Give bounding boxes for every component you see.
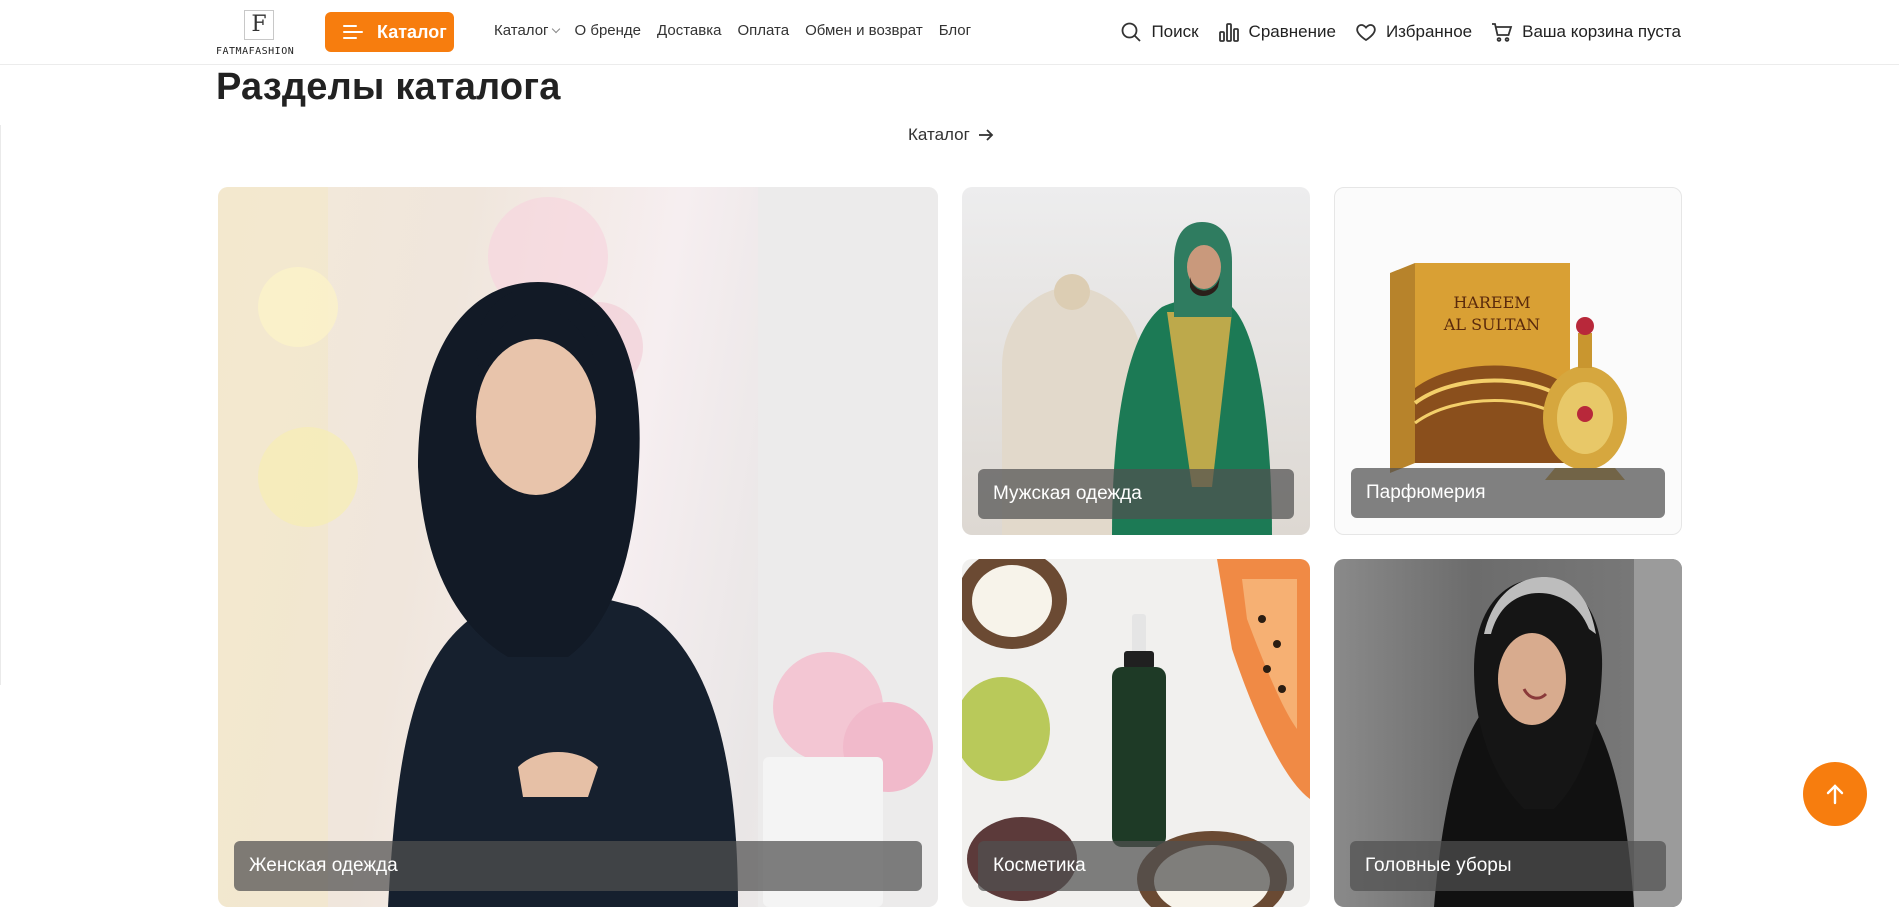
catalog-button-label: Каталог [377, 21, 447, 42]
nav-item-label: О бренде [574, 22, 642, 39]
category-label: Головные уборы [1350, 841, 1666, 891]
nav-item-label: Блог [938, 22, 972, 39]
category-label: Мужская одежда [978, 469, 1294, 519]
heart-icon [1356, 24, 1376, 42]
logo-mark: F [244, 10, 274, 40]
search-button[interactable]: Поиск [1119, 20, 1199, 44]
nav-item-catalog[interactable]: Каталог [494, 22, 560, 39]
cart-button[interactable]: Ваша корзина пуста [1490, 20, 1681, 44]
perfume-box-text: AL SULTAN [1443, 315, 1540, 334]
compare-button[interactable]: Сравнение [1217, 20, 1336, 44]
catalog-button[interactable]: Каталог [325, 12, 454, 52]
nav-item-about[interactable]: О бренде [575, 22, 642, 39]
nav-item-label: Обмен и возврат [805, 22, 923, 39]
arrow-right-icon [978, 129, 994, 141]
search-label: Поиск [1151, 22, 1199, 41]
divider [0, 125, 1, 685]
scroll-top-button[interactable] [1803, 762, 1867, 826]
category-card-perfume[interactable]: HAREEM AL SULTAN Парфюмерия [1334, 187, 1682, 535]
main-nav: Каталог О бренде Доставка Оплата Обмен и… [494, 22, 971, 39]
category-card-cosmetics[interactable]: Косметика [962, 559, 1310, 907]
page-title: Разделы каталога [216, 66, 561, 108]
category-card-women[interactable]: Женская одежда [218, 187, 938, 907]
category-label: Косметика [978, 841, 1294, 891]
women-clothing-image [218, 187, 938, 907]
logo[interactable]: F FATMAFASHION [216, 10, 304, 58]
nav-item-blog[interactable]: Блог [939, 22, 971, 39]
category-card-men[interactable]: Мужская одежда [962, 187, 1310, 535]
perfume-box-text: HAREEM [1453, 293, 1530, 312]
category-card-headwear[interactable]: Головные уборы [1334, 559, 1682, 907]
header-actions: Поиск Сравнение Избранное Ваша корзина п… [1119, 20, 1681, 44]
favorites-label: Избранное [1385, 22, 1473, 41]
site-header: F FATMAFASHION Каталог Каталог О бренде … [0, 0, 1899, 65]
nav-item-exchange[interactable]: Обмен и возврат [805, 22, 923, 39]
nav-item-label: Каталог [494, 22, 549, 39]
cart-label: Ваша корзина пуста [1522, 22, 1681, 41]
compare-icon [1218, 23, 1239, 42]
menu-icon [343, 24, 363, 40]
cart-icon [1492, 23, 1513, 42]
category-label: Парфюмерия [1351, 468, 1665, 518]
nav-item-label: Оплата [737, 22, 790, 39]
catalog-link[interactable]: Каталог [908, 125, 994, 145]
logo-text: FATMAFASHION [216, 46, 295, 57]
nav-item-label: Доставка [657, 22, 722, 39]
chevron-down-icon [551, 24, 560, 34]
nav-item-delivery[interactable]: Доставка [657, 22, 721, 39]
search-icon [1122, 22, 1142, 42]
catalog-link-label: Каталог [908, 125, 970, 144]
arrow-up-icon [1826, 784, 1844, 805]
category-label: Женская одежда [234, 841, 922, 891]
favorites-button[interactable]: Избранное [1354, 20, 1472, 44]
nav-item-payment[interactable]: Оплата [737, 22, 789, 39]
compare-label: Сравнение [1248, 22, 1336, 41]
